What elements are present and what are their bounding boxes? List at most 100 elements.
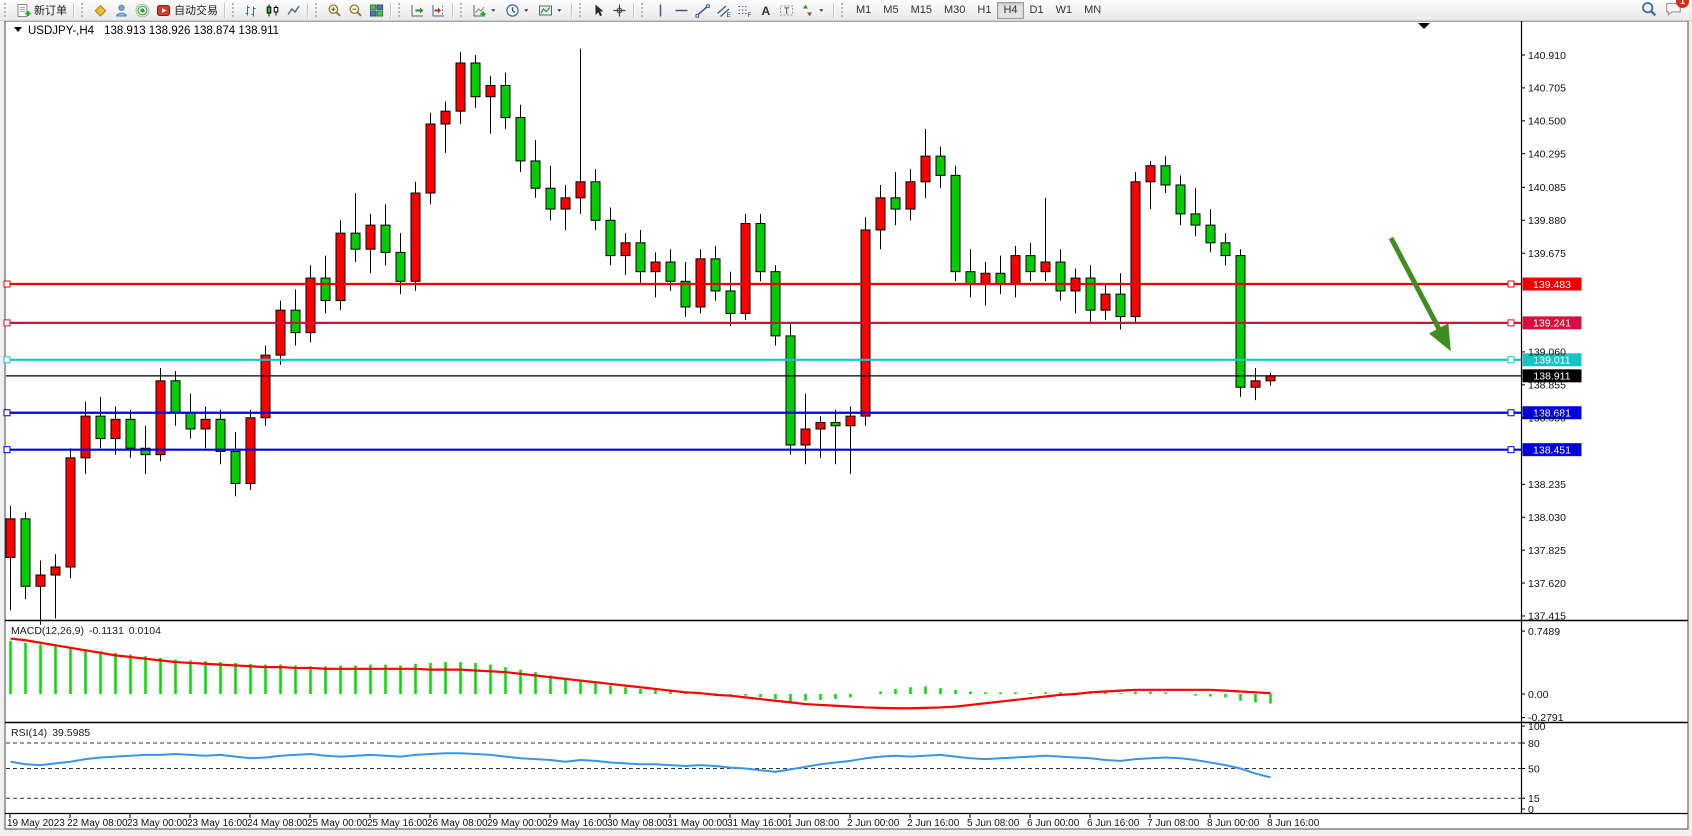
timeframe-h1-button[interactable]: H1	[971, 2, 997, 19]
equidistant-channel-button[interactable]: E	[713, 1, 734, 19]
timeframe-m30-button[interactable]: M30	[938, 2, 971, 19]
trendline-button[interactable]	[692, 1, 713, 19]
time-tick-label: 8 Jun 16:00	[1267, 818, 1320, 829]
toolbar-grip[interactable]	[4, 3, 11, 17]
candle-bear	[951, 175, 960, 271]
periods-button[interactable]	[502, 1, 535, 19]
text-button[interactable]: A	[755, 1, 776, 19]
vline-icon	[653, 3, 668, 18]
candle-bear	[1221, 243, 1230, 256]
candle-bear	[891, 198, 900, 209]
timeframe-h4-button[interactable]: H4	[997, 2, 1023, 19]
candle-bull	[651, 262, 660, 272]
candle-bull	[441, 111, 450, 124]
candle-bear	[606, 220, 615, 255]
candle-bear	[21, 519, 30, 586]
market-watch-button[interactable]	[90, 1, 111, 19]
autotrading-button[interactable]: 自动交易	[153, 1, 221, 19]
chart-shift-button[interactable]	[428, 1, 449, 19]
indicators-button[interactable]	[469, 1, 502, 19]
toolbar-grip[interactable]	[232, 3, 239, 17]
timeframe-w1-button[interactable]: W1	[1050, 2, 1079, 19]
timeframe-m5-button[interactable]: M5	[877, 2, 904, 19]
svg-text:T: T	[784, 6, 790, 16]
vertical-line-button[interactable]	[650, 1, 671, 19]
text-label-button[interactable]: T	[776, 1, 797, 19]
toolbar-separator	[73, 3, 74, 18]
line-handle-left[interactable]	[4, 320, 10, 326]
candle-bull	[561, 198, 570, 209]
line-handle-right[interactable]	[1508, 357, 1514, 363]
bars-view-icon	[244, 3, 259, 18]
navigator-button[interactable]	[111, 1, 132, 19]
candle-bear	[1236, 256, 1245, 388]
timeframe-m1-button[interactable]: M1	[850, 2, 877, 19]
zoom-out-button[interactable]	[345, 1, 366, 19]
toolbar-grip[interactable]	[460, 3, 467, 17]
line-handle-right[interactable]	[1508, 320, 1514, 326]
line-view-button[interactable]	[283, 1, 304, 19]
price-tick-label: 140.295	[1528, 149, 1566, 161]
candles-view-button[interactable]	[262, 1, 283, 19]
candle-bear	[216, 419, 225, 451]
time-tick-label: 22 May 08:00	[67, 818, 128, 829]
candle-bull	[336, 233, 345, 300]
candle-bear	[831, 423, 840, 426]
hline-icon	[674, 3, 689, 18]
toolbar-separator	[307, 3, 308, 18]
tile-windows-button[interactable]	[366, 1, 387, 19]
timeframe-mn-button[interactable]: MN	[1078, 2, 1107, 19]
price-badge-label: 138.451	[1533, 444, 1571, 456]
toolbar-grip[interactable]	[398, 3, 405, 17]
line-handle-left[interactable]	[4, 447, 10, 453]
time-tick-label: 8 Jun 00:00	[1207, 818, 1260, 829]
time-tick-label: 24 May 08:00	[247, 818, 308, 829]
zoom-in-button[interactable]	[324, 1, 345, 19]
auto-scroll-button[interactable]	[407, 1, 428, 19]
notifications-button[interactable]: 1	[1665, 0, 1682, 20]
line-handle-right[interactable]	[1508, 410, 1514, 416]
line-handle-left[interactable]	[4, 410, 10, 416]
svg-text:E: E	[727, 12, 732, 18]
timeframe-m15-button[interactable]: M15	[905, 2, 938, 19]
bars-view-button[interactable]	[241, 1, 262, 19]
new-order-button[interactable]: 新订单	[13, 1, 70, 19]
line-handle-left[interactable]	[4, 357, 10, 363]
search-icon	[1641, 1, 1657, 17]
line-handle-right[interactable]	[1508, 447, 1514, 453]
candle-bull	[1131, 182, 1140, 317]
candle-bull	[36, 575, 45, 586]
main-toolbar: 新订单 自动交易 EFAT M1M5M15M30H1H4D1W1MN 1	[0, 0, 1692, 21]
candle-bear	[726, 291, 735, 313]
price-tick-label: 139.675	[1528, 248, 1566, 260]
cursor-button[interactable]	[588, 1, 609, 19]
candle-bull	[696, 259, 705, 307]
toolbar-grip[interactable]	[579, 3, 586, 17]
toolbar-grip[interactable]	[315, 3, 322, 17]
crosshair-button[interactable]	[609, 1, 630, 19]
candle-bear	[96, 416, 105, 438]
toolbar-grip[interactable]	[81, 3, 88, 17]
rsi-axis-label: 80	[1528, 738, 1540, 750]
caret-icon	[556, 6, 565, 15]
toolbar-grip[interactable]	[841, 3, 848, 17]
templates-button[interactable]	[535, 1, 568, 19]
autotrading-button-label: 自动交易	[174, 2, 218, 18]
toolbar-grip[interactable]	[641, 3, 648, 17]
line-handle-left[interactable]	[4, 281, 10, 287]
strategy-tester-button[interactable]	[132, 1, 153, 19]
fibonacci-button[interactable]: F	[734, 1, 755, 19]
candle-bull	[411, 193, 420, 281]
timeframe-d1-button[interactable]: D1	[1024, 2, 1050, 19]
candle-bear	[1191, 214, 1200, 225]
arrows-button[interactable]	[797, 1, 830, 19]
line-handle-right[interactable]	[1508, 281, 1514, 287]
horizontal-line-button[interactable]	[671, 1, 692, 19]
chart-shift-icon	[431, 3, 446, 18]
label-t-icon: T	[779, 3, 794, 18]
price-tick-label: 137.825	[1528, 545, 1566, 557]
candle-bull	[306, 278, 315, 333]
toolbar-separator	[633, 3, 634, 18]
candle-bull	[261, 355, 270, 418]
search-button[interactable]	[1641, 1, 1657, 20]
